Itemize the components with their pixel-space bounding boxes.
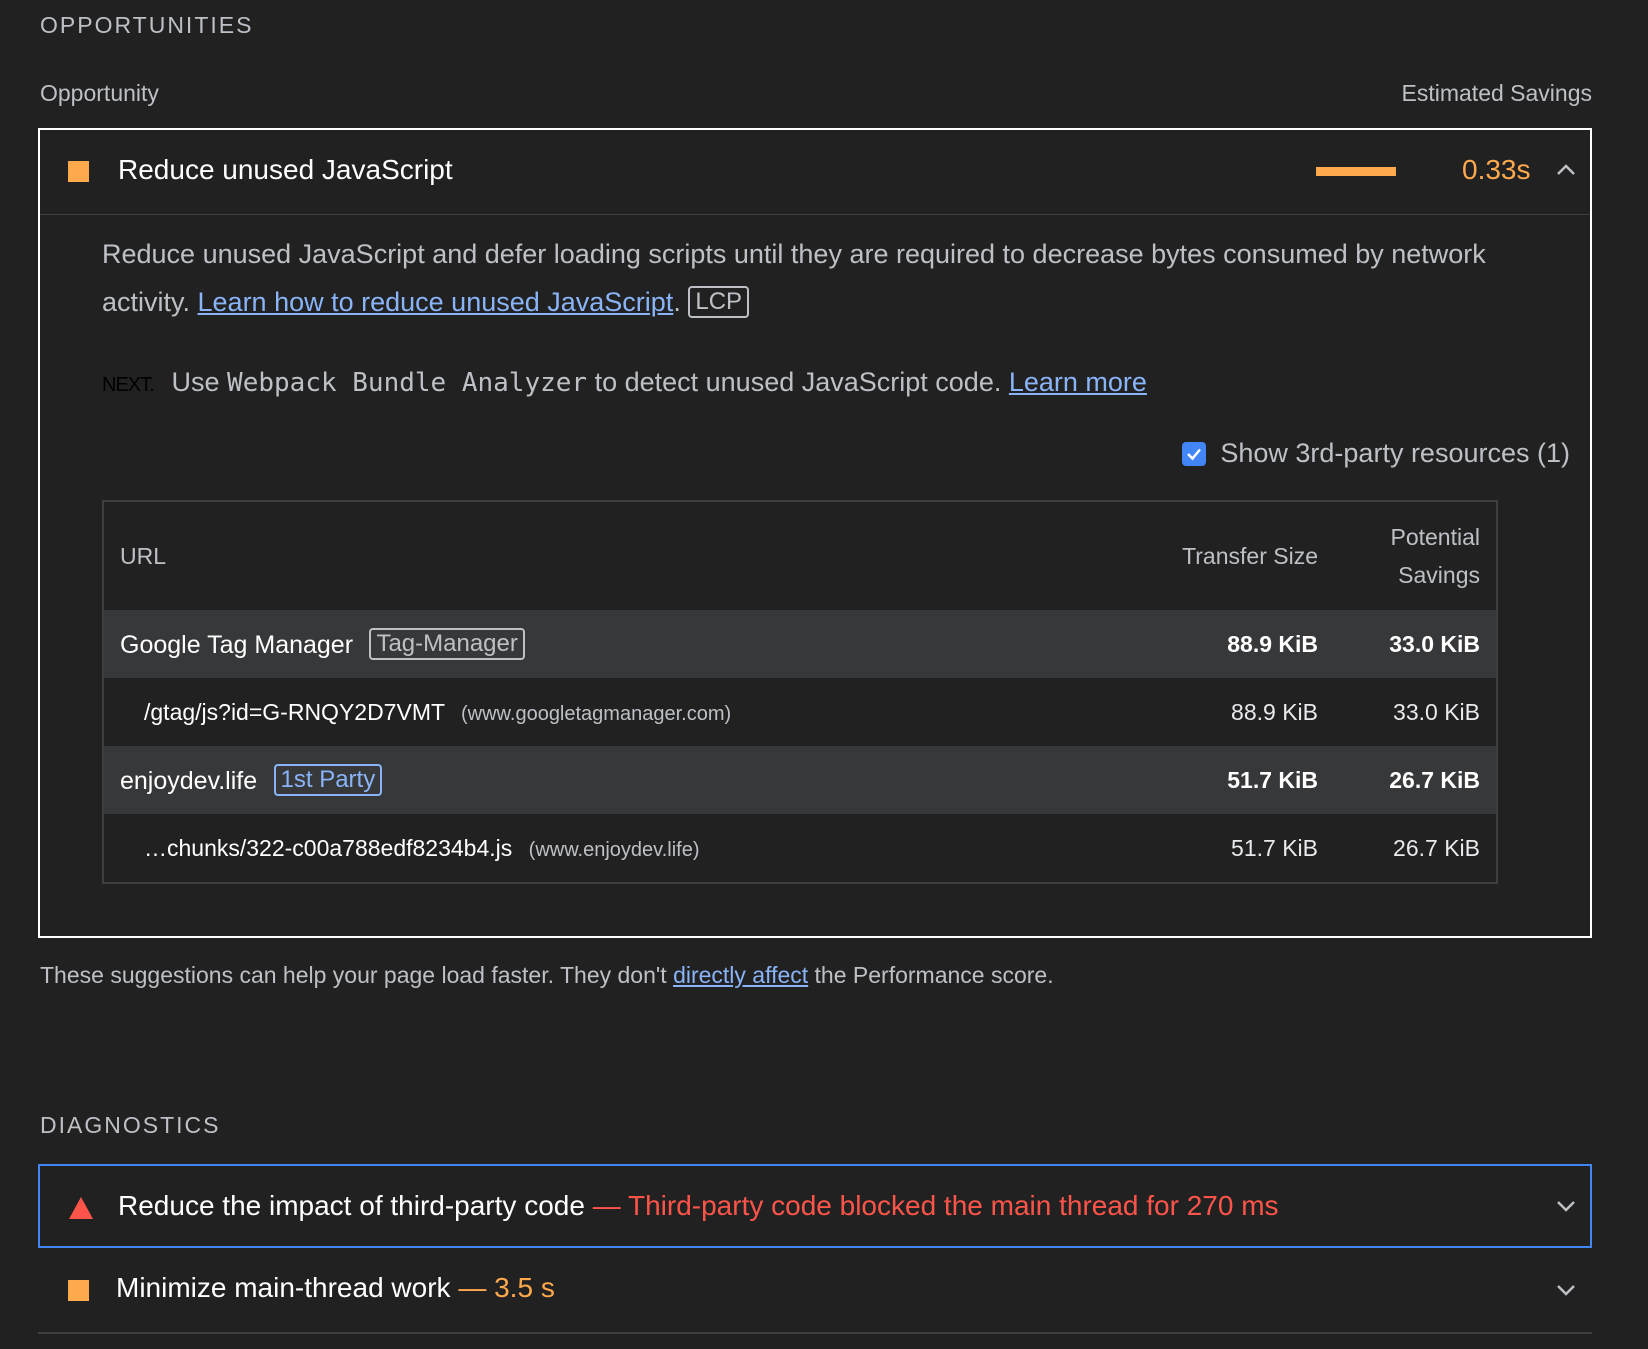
audit-title: Reduce unused JavaScript [118, 154, 453, 185]
audit-description: Reduce unused JavaScript and defer loadi… [102, 230, 1542, 326]
learn-reduce-js-link[interactable]: Learn how to reduce unused JavaScript [198, 287, 674, 317]
group-transfer-size: 88.9 KiB [1102, 610, 1334, 678]
entity-cell: Google Tag Manager Tag-Manager [103, 610, 1102, 678]
resources-table: URL Transfer Size Potential Savings Goog… [102, 500, 1498, 884]
table-row: /gtag/js?id=G-RNQY2D7VMT (www.googletagm… [103, 678, 1497, 746]
diagnostic-detail: 3.5 s [494, 1272, 555, 1303]
savings-bar [1316, 167, 1396, 176]
learn-more-link[interactable]: Learn more [1009, 367, 1147, 397]
footer-text-pre: These suggestions can help your page loa… [40, 962, 674, 988]
fail-triangle-icon [69, 1197, 93, 1219]
audit-header[interactable]: Reduce unused JavaScript 0.33s [40, 130, 1590, 215]
chevron-down-icon[interactable] [1554, 1194, 1578, 1218]
diagnostic-dash: — [584, 1190, 628, 1221]
chevron-up-icon[interactable] [1554, 158, 1578, 182]
opportunities-footer: These suggestions can help your page loa… [40, 962, 1054, 989]
resource-url[interactable]: /gtag/js?id=G-RNQY2D7VMT [144, 699, 445, 725]
entity-tag: Tag-Manager [369, 628, 525, 660]
diagnostic-name: Minimize main-thread work [116, 1272, 451, 1303]
description-period: . [673, 287, 681, 317]
diagnostics-heading: DIAGNOSTICS [40, 1112, 221, 1138]
checkbox-checked-icon[interactable] [1182, 441, 1207, 466]
group-potential-savings: 26.7 KiB [1334, 746, 1497, 814]
table-group-row: Google Tag Manager Tag-Manager 88.9 KiB … [103, 610, 1497, 678]
diagnostic-detail: Third-party code blocked the main thread… [627, 1190, 1279, 1221]
potential-savings: 26.7 KiB [1393, 834, 1480, 861]
first-party-tag: 1st Party [273, 764, 383, 796]
resource-host: (www.googletagmanager.com) [461, 702, 732, 725]
diagnostic-title: Minimize main-thread work — 3.5 s [116, 1272, 555, 1304]
group-transfer-size: 51.7 KiB [1102, 746, 1334, 814]
table-header-row: URL Transfer Size Potential Savings [103, 501, 1497, 610]
resource-host: (www.enjoydev.life) [528, 838, 700, 861]
unused-javascript-audit: Reduce unused JavaScript 0.33s Reduce un… [38, 128, 1592, 938]
entity-name: Google Tag Manager [120, 631, 354, 659]
diagnostic-title: Reduce the impact of third-party code — … [118, 1190, 1279, 1222]
third-party-toggle[interactable]: Show 3rd-party resources (1) [1182, 438, 1570, 469]
stack-advice-code: Webpack Bundle Analyzer [227, 368, 588, 398]
average-square-icon [68, 161, 89, 182]
lighthouse-report: OPPORTUNITIES Opportunity Estimated Savi… [0, 0, 1648, 1349]
potential-savings-header-line2: Savings [1398, 562, 1480, 588]
lcp-metric-tag: LCP [688, 286, 750, 318]
diagnostic-name: Reduce the impact of third-party code [118, 1190, 585, 1221]
potential-savings-header-line1: Potential [1390, 524, 1480, 550]
transfer-size: 51.7 KiB [1231, 834, 1318, 861]
table-row: …chunks/322-c00a788edf8234b4.js (www.enj… [103, 814, 1497, 883]
average-square-icon [68, 1280, 89, 1301]
estimated-savings-column-header: Estimated Savings [1401, 80, 1592, 106]
transfer-size-header: Transfer Size [1182, 542, 1318, 569]
resource-url[interactable]: …chunks/322-c00a788edf8234b4.js [144, 835, 512, 861]
savings-value: 0.33s [1462, 154, 1531, 185]
main-thread-work-audit[interactable]: Minimize main-thread work — 3.5 s [38, 1248, 1592, 1332]
stack-pack-advice: NEXT. Use Webpack Bundle Analyzer to det… [102, 358, 1542, 409]
third-party-code-audit[interactable]: Reduce the impact of third-party code — … [38, 1164, 1592, 1248]
table-group-row: enjoydev.life 1st Party 51.7 KiB 26.7 Ki… [103, 746, 1497, 814]
group-potential-savings: 33.0 KiB [1334, 610, 1497, 678]
stack-advice-pre: Use [171, 367, 228, 397]
footer-text-post: the Performance score. [808, 962, 1054, 988]
resource-url-cell: …chunks/322-c00a788edf8234b4.js (www.enj… [103, 814, 1102, 883]
opportunity-column-header: Opportunity [40, 80, 159, 106]
third-party-label: Show 3rd-party resources (1) [1220, 438, 1570, 468]
nextjs-logo-icon: NEXT. [102, 374, 155, 396]
url-header: URL [120, 542, 167, 569]
entity-name: enjoydev.life [120, 767, 258, 795]
chevron-down-icon[interactable] [1554, 1278, 1578, 1302]
entity-cell: enjoydev.life 1st Party [103, 746, 1102, 814]
resource-url-cell: /gtag/js?id=G-RNQY2D7VMT (www.googletagm… [103, 678, 1102, 746]
divider [38, 1332, 1592, 1334]
potential-savings: 33.0 KiB [1393, 698, 1480, 725]
stack-advice-post: to detect unused JavaScript code. [587, 367, 1009, 397]
diagnostic-dash: — [450, 1272, 495, 1303]
potential-savings-header: Potential Savings [1334, 501, 1497, 610]
directly-affect-link[interactable]: directly affect [673, 962, 808, 988]
transfer-size: 88.9 KiB [1231, 698, 1318, 725]
opportunities-heading: OPPORTUNITIES [40, 12, 254, 38]
